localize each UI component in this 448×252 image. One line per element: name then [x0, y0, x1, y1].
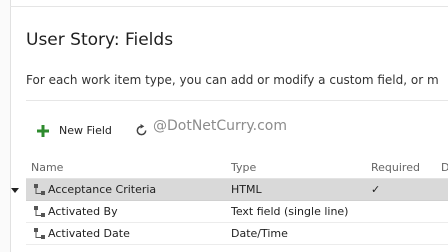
refresh-button[interactable]	[135, 124, 148, 137]
field-icon	[34, 184, 45, 195]
current-row-arrow-icon	[11, 188, 19, 193]
top-divider	[10, 6, 448, 7]
left-margin	[0, 0, 10, 252]
field-name: Acceptance Criteria	[48, 183, 157, 196]
field-name: Activated By	[48, 205, 118, 218]
refresh-icon	[136, 124, 147, 136]
field-icon	[34, 228, 45, 239]
required-checkmark: ✓	[371, 183, 381, 196]
plus-icon	[37, 124, 49, 137]
table-row[interactable]: Acceptance Criteria HTML ✓	[26, 179, 448, 201]
table-row[interactable]: Activated Date Date/Time	[26, 223, 448, 245]
field-type: HTML	[231, 183, 262, 196]
new-field-label: New Field	[59, 124, 112, 137]
field-icon	[34, 206, 45, 217]
section-divider	[26, 100, 448, 101]
table-row[interactable]: Activated By Text field (single line)	[26, 201, 448, 223]
fields-grid: Name Type Required D Acceptance Criteria…	[26, 158, 448, 245]
page-description: For each work item type, you can add or …	[26, 73, 439, 87]
field-name: Activated Date	[48, 227, 130, 240]
column-header-type[interactable]: Type	[231, 161, 256, 174]
column-header-required[interactable]: Required	[371, 161, 420, 174]
field-type: Date/Time	[231, 227, 288, 240]
watermark-text: @DotNetCurry.com	[153, 118, 287, 134]
new-field-button[interactable]: New Field	[37, 124, 112, 137]
page-title: User Story: Fields	[26, 30, 174, 50]
field-type: Text field (single line)	[231, 205, 349, 218]
column-header-name[interactable]: Name	[31, 161, 63, 174]
column-header-extra[interactable]: D	[441, 161, 448, 174]
grid-header: Name Type Required D	[26, 158, 448, 179]
